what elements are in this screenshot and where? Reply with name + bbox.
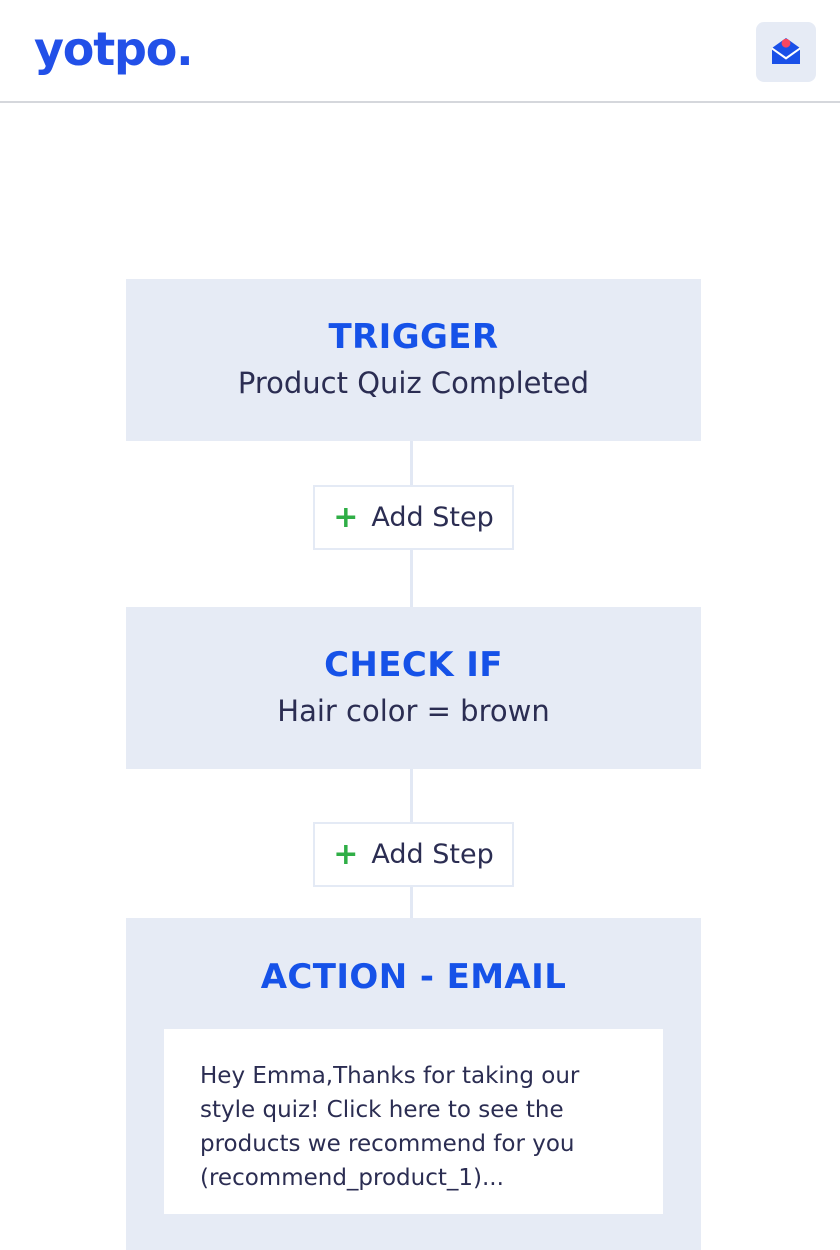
email-notification-button[interactable] xyxy=(756,22,816,82)
add-step-button-1[interactable]: + Add Step xyxy=(313,485,514,550)
email-preview-card[interactable]: Hey Emma,Thanks for taking our style qui… xyxy=(164,1029,663,1214)
add-step-label: Add Step xyxy=(371,501,494,533)
email-body-text: Hey Emma,Thanks for taking our style qui… xyxy=(200,1063,580,1191)
node-title-check-if: CHECK IF xyxy=(324,645,503,685)
yotpo-logo[interactable]: yotpo. xyxy=(34,26,194,72)
workflow-canvas: TRIGGER Product Quiz Completed + Add Ste… xyxy=(0,103,840,1250)
workflow-node-check-if[interactable]: CHECK IF Hair color = brown xyxy=(126,607,701,769)
workflow-node-trigger[interactable]: TRIGGER Product Quiz Completed xyxy=(126,279,701,441)
node-subtitle-trigger: Product Quiz Completed xyxy=(237,366,590,400)
add-step-button-2[interactable]: + Add Step xyxy=(313,822,514,887)
workflow-node-action-email[interactable]: ACTION - EMAIL Hey Emma,Thanks for takin… xyxy=(126,918,701,1250)
plus-icon: + xyxy=(333,836,359,872)
node-title-trigger: TRIGGER xyxy=(328,317,499,357)
add-step-label: Add Step xyxy=(371,838,494,870)
node-subtitle-check-if: Hair color = brown xyxy=(277,694,550,728)
node-title-action-email: ACTION - EMAIL xyxy=(260,957,567,997)
plus-icon: + xyxy=(333,499,359,535)
app-header: yotpo. xyxy=(0,0,840,103)
